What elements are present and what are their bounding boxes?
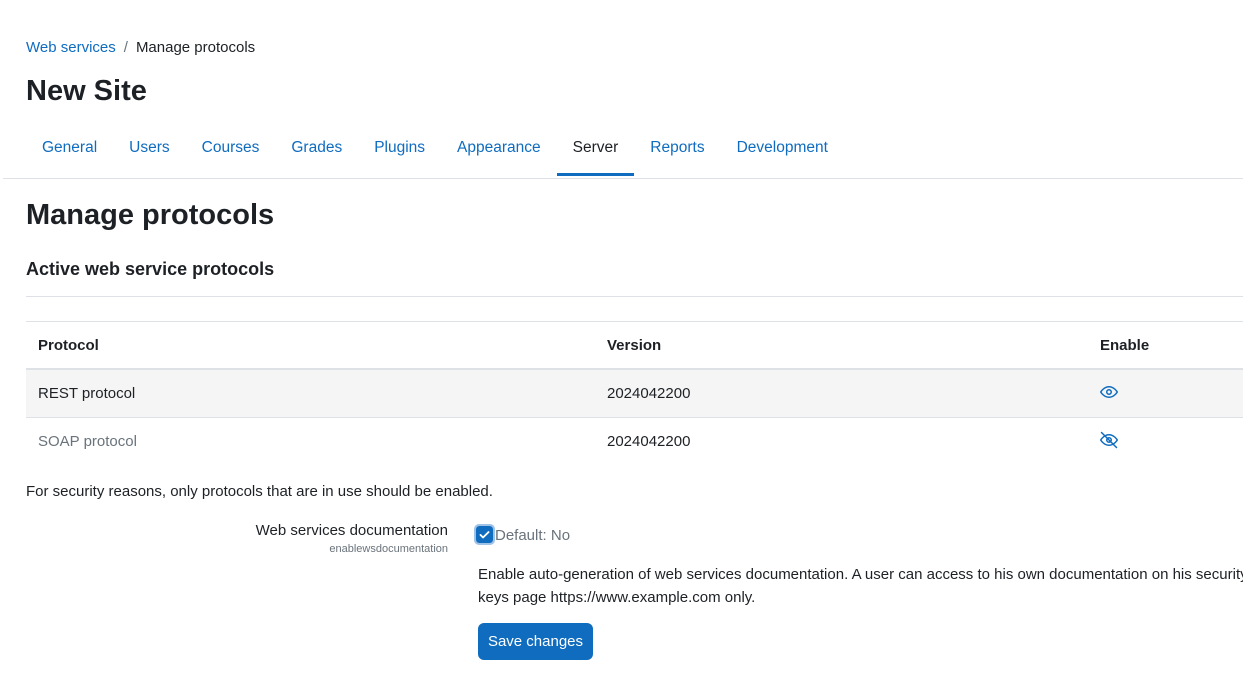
- setting-title: Web services documentation: [255, 522, 448, 539]
- breadcrumb-current: Manage protocols: [135, 39, 256, 56]
- tab-server[interactable]: Server: [556, 124, 635, 176]
- page: Web services / Manage protocols New Site G…: [0, 0, 1243, 682]
- tab-users[interactable]: Users: [113, 124, 185, 176]
- tab-plugins[interactable]: Plugins: [358, 124, 441, 176]
- tab-development[interactable]: Development: [721, 124, 844, 176]
- protocol-name: SOAP protocol: [38, 433, 137, 450]
- default-value: Default: No: [495, 527, 571, 544]
- section-divider: [26, 296, 1243, 297]
- security-note: For security reasons, only protocols tha…: [26, 483, 493, 500]
- table-row: REST protocol 2024042200: [26, 370, 1243, 418]
- tab-general[interactable]: General: [26, 124, 113, 176]
- tab-grades[interactable]: Grades: [275, 124, 358, 176]
- protocol-version: 2024042200: [607, 433, 691, 450]
- breadcrumb-link-web-services[interactable]: Web services: [26, 39, 116, 56]
- protocol-name: REST protocol: [38, 385, 136, 402]
- checkmark-icon: [479, 531, 490, 539]
- eye-slash-icon[interactable]: [1100, 431, 1118, 449]
- column-header-version: Version: [607, 336, 662, 354]
- protocols-table: Protocol Version Enable REST protocol 20…: [26, 321, 1243, 465]
- enable-documentation-checkbox[interactable]: [474, 524, 495, 545]
- tabs-divider: [3, 178, 1243, 179]
- eye-icon[interactable]: [1100, 383, 1118, 401]
- page-heading: Manage protocols: [26, 199, 275, 231]
- table-header-row: Protocol Version Enable: [26, 322, 1243, 370]
- setting-description: Enable auto-generation of web services d…: [478, 566, 1243, 606]
- save-changes-button[interactable]: Save changes: [478, 623, 593, 660]
- setting-label: Web services documentation enablewsdocum…: [256, 521, 448, 555]
- tab-courses[interactable]: Courses: [186, 124, 276, 176]
- site-title: New Site: [26, 75, 147, 107]
- breadcrumb: Web services / Manage protocols: [26, 38, 255, 58]
- tab-appearance[interactable]: Appearance: [441, 124, 557, 176]
- section-heading: Active web service protocols: [26, 259, 275, 279]
- column-header-enable: Enable: [1100, 336, 1150, 354]
- setting-name: enablewsdocumentation: [329, 543, 448, 555]
- column-header-protocol: Protocol: [38, 336, 99, 354]
- tab-reports[interactable]: Reports: [634, 124, 720, 176]
- breadcrumb-separator: /: [123, 39, 128, 56]
- protocol-version: 2024042200: [607, 385, 691, 402]
- admin-tabs: General Users Courses Grades Plugins App…: [26, 124, 844, 179]
- table-row: SOAP protocol 2024042200: [26, 418, 1243, 465]
